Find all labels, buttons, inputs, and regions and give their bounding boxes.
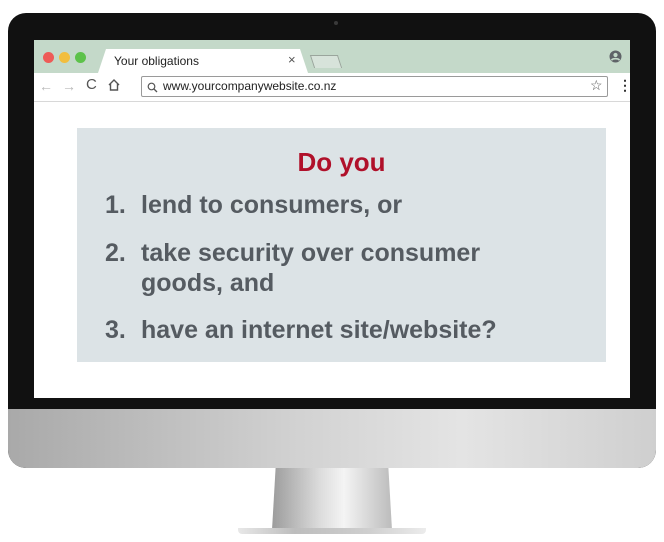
profile-icon[interactable] <box>609 50 622 68</box>
browser-window: Your obligations × ← → C www.yourcompany… <box>34 40 630 398</box>
content-card: Do you 1. lend to consumers, or 2. take se… <box>77 128 606 362</box>
tab-title: Your obligations <box>114 54 199 68</box>
back-arrow-icon[interactable]: ← <box>39 79 53 93</box>
url-text: www.yourcompanywebsite.co.nz <box>163 79 337 93</box>
toolbar: ← → C www.yourcompanywebsite.co.nz ☆ ⋮ <box>34 73 630 102</box>
stand-base-edge <box>238 528 426 534</box>
list-text: have an internet site/website? <box>141 316 497 344</box>
list-item-2-continuation: goods, and <box>141 269 275 297</box>
address-bar[interactable]: www.yourcompanywebsite.co.nz ☆ <box>141 76 608 97</box>
search-icon <box>147 80 158 98</box>
list-text: take security over consumer <box>141 239 481 267</box>
maximize-window-button[interactable] <box>75 52 86 63</box>
list-item-3: 3. have an internet site/website? <box>105 315 497 345</box>
home-icon[interactable] <box>107 78 121 94</box>
monitor-chin <box>8 409 656 468</box>
camera <box>334 21 338 25</box>
list-item-1: 1. lend to consumers, or <box>105 190 402 220</box>
list-number: 2. <box>105 239 126 267</box>
minimize-window-button[interactable] <box>59 52 70 63</box>
close-window-button[interactable] <box>43 52 54 63</box>
monitor-stand <box>272 468 392 530</box>
new-tab-button[interactable] <box>309 55 343 68</box>
tab-close-icon[interactable]: × <box>288 52 296 67</box>
forward-arrow-icon[interactable]: → <box>62 79 76 93</box>
reload-icon[interactable]: C <box>86 77 97 92</box>
page-heading: Do you <box>297 147 386 177</box>
list-text: lend to consumers, or <box>141 191 403 219</box>
tab-your-obligations[interactable]: Your obligations × <box>98 49 308 73</box>
tab-bar: Your obligations × <box>34 40 630 73</box>
bookmark-star-icon[interactable]: ☆ <box>590 77 603 94</box>
list-number: 3. <box>105 316 126 344</box>
list-item-2: 2. take security over consumer <box>105 238 480 268</box>
menu-icon[interactable]: ⋮ <box>618 78 630 92</box>
list-number: 1. <box>105 191 126 219</box>
imac-monitor: Your obligations × ← → C www.yourcompany… <box>8 13 656 468</box>
